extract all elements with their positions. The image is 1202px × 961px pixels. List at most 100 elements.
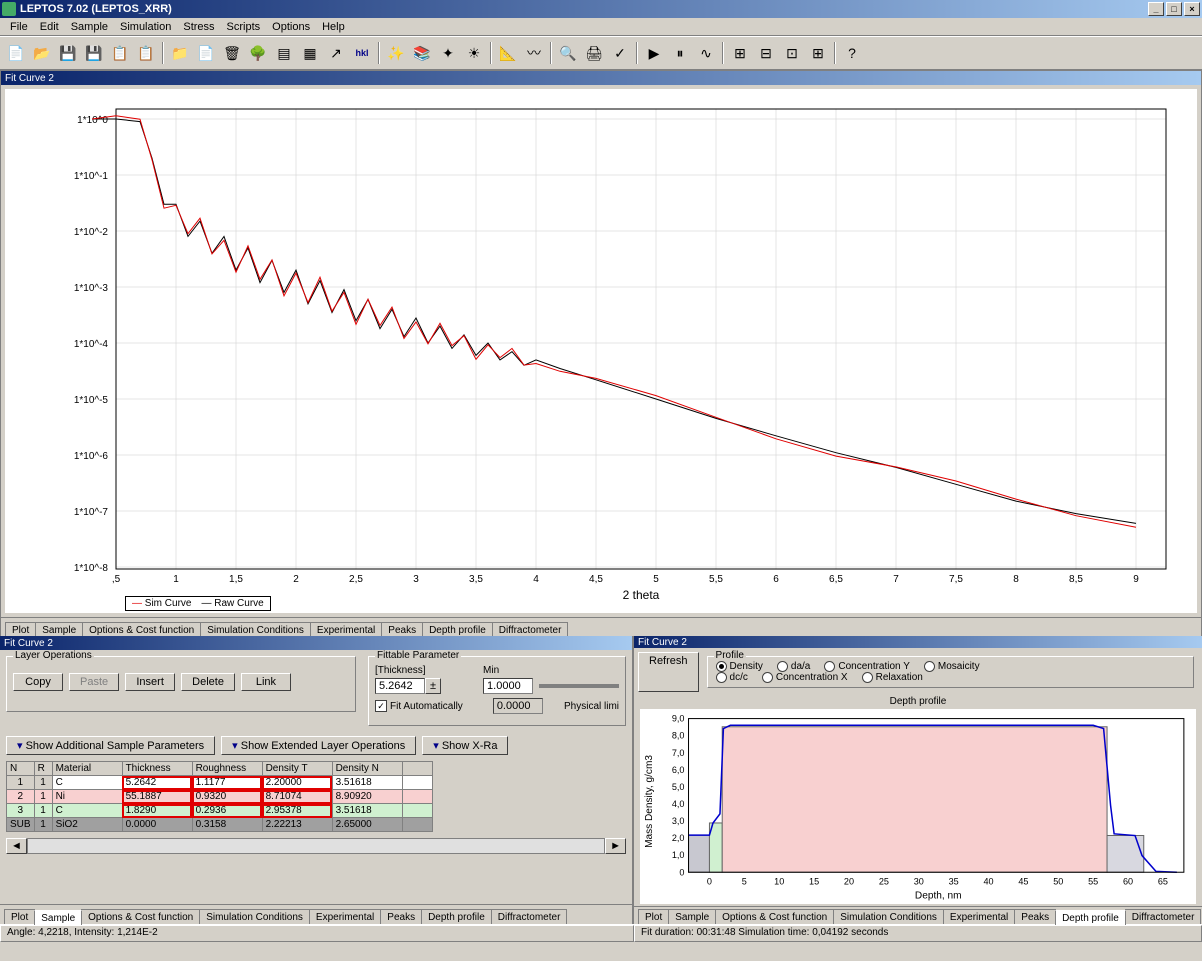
radio-concx[interactable]: Concentration X [762, 672, 848, 683]
layers-icon[interactable]: 📚 [410, 41, 434, 65]
delete-button[interactable]: Delete [181, 673, 235, 691]
br-tab-simconditions[interactable]: Simulation Conditions [833, 909, 944, 924]
print-icon[interactable]: 🖨 [582, 41, 606, 65]
col-densityt[interactable]: Density T [262, 762, 332, 776]
menu-scripts[interactable]: Scripts [221, 20, 267, 34]
menu-sample[interactable]: Sample [65, 20, 114, 34]
tab-sample[interactable]: Sample [35, 622, 83, 637]
fit-auto-checkbox[interactable]: ✓Fit Automatically [375, 700, 463, 712]
bl-tab-experimental[interactable]: Experimental [309, 909, 381, 924]
bl-tab-sample[interactable]: Sample [34, 910, 82, 925]
layers-table[interactable]: N R Material Thickness Roughness Density… [6, 761, 433, 832]
tab-simconditions[interactable]: Simulation Conditions [200, 622, 311, 637]
sun-icon[interactable]: ☀ [462, 41, 486, 65]
menu-simulation[interactable]: Simulation [114, 20, 177, 34]
scroll-right-icon[interactable]: ► [605, 838, 626, 854]
link-button[interactable]: Link [241, 673, 291, 691]
spinner-icon[interactable]: ± [425, 678, 441, 694]
menu-help[interactable]: Help [316, 20, 351, 34]
tab-peaks[interactable]: Peaks [381, 622, 423, 637]
window-1-icon[interactable]: ⊞ [728, 41, 752, 65]
export-icon[interactable]: ↗ [324, 41, 348, 65]
bl-tab-options[interactable]: Options & Cost function [81, 909, 200, 924]
br-tab-experimental[interactable]: Experimental [943, 909, 1015, 924]
min-input[interactable] [483, 678, 533, 694]
pause-icon[interactable]: ⏸ [668, 41, 692, 65]
br-tab-depthprofile[interactable]: Depth profile [1055, 910, 1126, 925]
table-row[interactable]: 21Ni55.18870.93208.710748.90920 [7, 790, 433, 804]
wand-icon[interactable]: ✨ [384, 41, 408, 65]
br-tab-diffractometer[interactable]: Diffractometer [1125, 909, 1202, 924]
radio-concy[interactable]: Concentration Y [824, 661, 910, 672]
menu-edit[interactable]: Edit [34, 20, 65, 34]
tab-depthprofile[interactable]: Depth profile [422, 622, 493, 637]
slider[interactable] [539, 684, 619, 688]
col-thickness[interactable]: Thickness [122, 762, 192, 776]
radio-dcc[interactable]: dc/c [716, 672, 748, 683]
grid-icon[interactable]: ▦ [298, 41, 322, 65]
help-icon[interactable]: ? [840, 41, 864, 65]
tree-icon[interactable]: 🌳 [246, 41, 270, 65]
paste-button[interactable]: Paste [69, 673, 119, 691]
bl-tab-depthprofile[interactable]: Depth profile [421, 909, 492, 924]
tab-diffractometer[interactable]: Diffractometer [492, 622, 569, 637]
list-icon[interactable]: ▤ [272, 41, 296, 65]
menu-stress[interactable]: Stress [177, 20, 220, 34]
table-row[interactable]: SUB1SiO20.00000.31582.222132.65000 [7, 818, 433, 832]
bl-tab-plot[interactable]: Plot [4, 909, 35, 924]
tab-experimental[interactable]: Experimental [310, 622, 382, 637]
br-tab-peaks[interactable]: Peaks [1014, 909, 1056, 924]
thickness-input[interactable] [375, 678, 425, 694]
radio-density[interactable]: Density [716, 661, 763, 672]
hscrollbar[interactable] [27, 838, 605, 854]
show-extended-button[interactable]: ▾ Show Extended Layer Operations [221, 736, 416, 755]
col-densityn[interactable]: Density N [332, 762, 402, 776]
radio-relaxation[interactable]: Relaxation [862, 672, 923, 683]
window-3-icon[interactable]: ⊡ [780, 41, 804, 65]
measure-icon[interactable]: 📐 [496, 41, 520, 65]
insert-button[interactable]: Insert [125, 673, 175, 691]
col-r[interactable]: R [34, 762, 52, 776]
scroll-left-icon[interactable]: ◄ [6, 838, 27, 854]
copy-icon[interactable]: 📋 [108, 41, 132, 65]
fit-curve-chart[interactable]: 1*10^0 1*10^-1 1*10^-2 1*10^-3 1*10^-4 1… [5, 89, 1197, 613]
wave-icon[interactable]: ∿ [694, 41, 718, 65]
bl-tab-simconditions[interactable]: Simulation Conditions [199, 909, 310, 924]
save-icon[interactable]: 💾 [56, 41, 80, 65]
close-button[interactable]: × [1184, 2, 1200, 16]
table-row[interactable]: 31C1.82900.29362.953783.51618 [7, 804, 433, 818]
menu-file[interactable]: File [4, 20, 34, 34]
maximize-button[interactable]: □ [1166, 2, 1182, 16]
open-icon[interactable]: 📂 [30, 41, 54, 65]
window-2-icon[interactable]: ⊟ [754, 41, 778, 65]
refresh-button[interactable]: Refresh [638, 652, 699, 692]
col-roughness[interactable]: Roughness [192, 762, 262, 776]
col-n[interactable]: N [7, 762, 35, 776]
star-icon[interactable]: ✦ [436, 41, 460, 65]
tab-options[interactable]: Options & Cost function [82, 622, 201, 637]
minimize-button[interactable]: _ [1148, 2, 1164, 16]
copy-button[interactable]: Copy [13, 673, 63, 691]
show-xray-button[interactable]: ▾ Show X-Ra [422, 736, 508, 755]
folder-icon[interactable]: 📁 [168, 41, 192, 65]
window-4-icon[interactable]: ⊞ [806, 41, 830, 65]
check-icon[interactable]: ✓ [608, 41, 632, 65]
col-material[interactable]: Material [52, 762, 122, 776]
zoom-icon[interactable]: 🔍 [556, 41, 580, 65]
save-all-icon[interactable]: 💾 [82, 41, 106, 65]
radio-mosaicity[interactable]: Mosaicity [924, 661, 980, 672]
paste-icon[interactable]: 📋 [134, 41, 158, 65]
show-additional-button[interactable]: ▾ Show Additional Sample Parameters [6, 736, 215, 755]
curve-icon[interactable]: 〰 [522, 41, 546, 65]
new-icon[interactable]: 📄 [4, 41, 28, 65]
delete-icon[interactable]: 🗑 [220, 41, 244, 65]
bl-tab-diffractometer[interactable]: Diffractometer [491, 909, 568, 924]
menu-options[interactable]: Options [266, 20, 316, 34]
radio-daa[interactable]: da/a [777, 661, 810, 672]
sample-icon[interactable]: 📄 [194, 41, 218, 65]
br-tab-options[interactable]: Options & Cost function [715, 909, 834, 924]
depth-profile-chart[interactable]: 01,02,03,04,05,06,07,08,09,0 05101520253… [640, 709, 1196, 904]
bl-tab-peaks[interactable]: Peaks [380, 909, 422, 924]
br-tab-plot[interactable]: Plot [638, 909, 669, 924]
play-icon[interactable]: ▶ [642, 41, 666, 65]
